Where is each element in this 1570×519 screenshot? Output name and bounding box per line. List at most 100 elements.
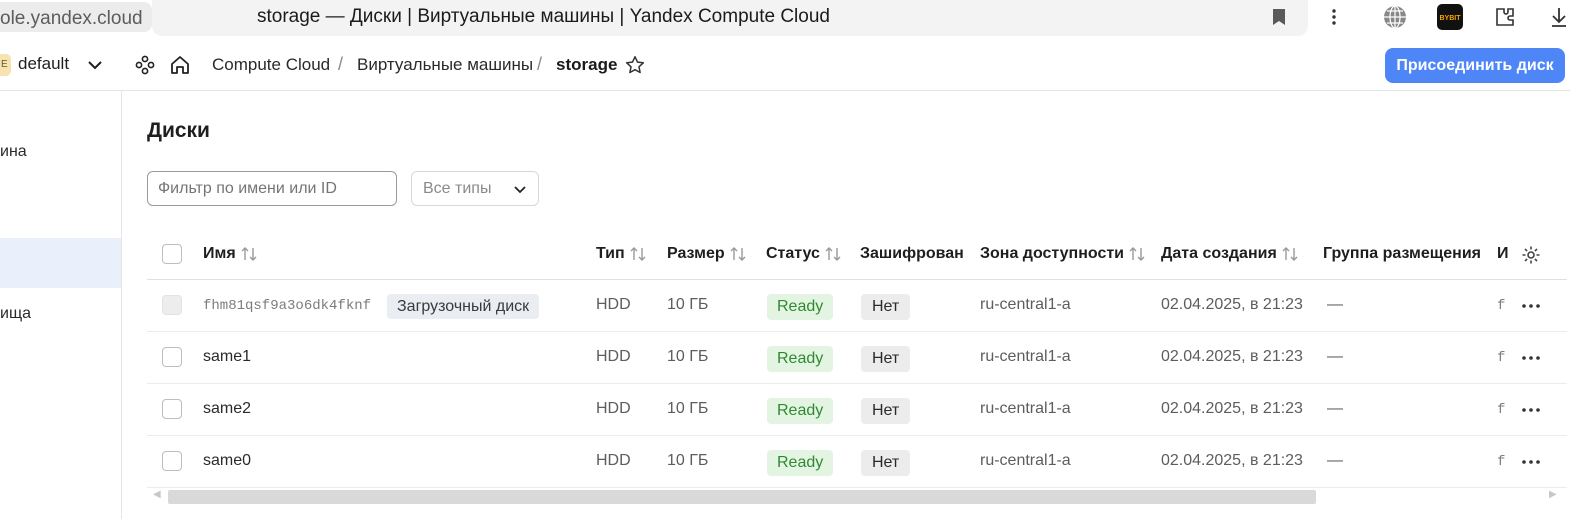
truncated-cell: f <box>1497 454 1506 470</box>
table-row[interactable]: same2 HDD 10 ГБ Ready Нет ru-central1-a … <box>147 384 1567 436</box>
table-row[interactable]: same0 HDD 10 ГБ Ready Нет ru-central1-a … <box>147 436 1567 488</box>
more-actions-icon[interactable] <box>1519 346 1543 370</box>
sidebar-item-vm[interactable]: ина <box>0 143 27 161</box>
folder-selector[interactable]: default <box>18 54 69 74</box>
encrypted-badge: Нет <box>861 346 911 372</box>
table-row[interactable]: fhm81qsf9a3o6dk4fknf Загрузочный диск HD… <box>147 280 1567 332</box>
search-input[interactable] <box>147 171 397 206</box>
browser-bar: ole.yandex.cloud storage — Диски | Вирту… <box>0 0 1570 40</box>
disk-name[interactable]: same1 <box>203 348 251 366</box>
disk-type: HDD <box>596 452 631 469</box>
disk-zone: ru-central1-a <box>980 400 1071 417</box>
scroll-right-icon[interactable]: ▶ <box>1549 489 1557 500</box>
row-checkbox[interactable] <box>162 347 182 367</box>
disk-name[interactable]: same0 <box>203 452 251 470</box>
disk-id[interactable]: fhm81qsf9a3o6dk4fknf <box>203 298 371 314</box>
column-truncated-label: И <box>1497 245 1509 262</box>
sidebar: ина ища <box>0 91 122 519</box>
encrypted-badge: Нет <box>861 450 911 476</box>
sort-icon[interactable] <box>1281 246 1299 262</box>
more-actions-icon[interactable] <box>1519 450 1543 474</box>
gear-icon[interactable] <box>1519 243 1543 267</box>
column-size-label: Размер <box>667 245 725 262</box>
column-status[interactable]: Статус <box>766 245 842 263</box>
address-bar[interactable]: ole.yandex.cloud <box>0 2 152 32</box>
page-title: Диски <box>147 119 210 142</box>
select-all-checkbox[interactable] <box>162 244 182 264</box>
sort-icon[interactable] <box>1128 246 1146 262</box>
sort-icon[interactable] <box>629 246 647 262</box>
breadcrumb-current: storage <box>556 55 618 74</box>
encrypted-badge: Нет <box>861 294 911 320</box>
breadcrumb-separator: / <box>537 54 543 74</box>
column-size[interactable]: Размер <box>667 245 747 263</box>
sidebar-item-storage[interactable]: ища <box>0 305 31 323</box>
column-status-label: Статус <box>766 245 820 262</box>
status-badge: Ready <box>767 450 834 476</box>
globe-icon[interactable] <box>1382 4 1408 30</box>
sort-icon[interactable] <box>824 246 842 262</box>
folder-avatar[interactable]: E <box>0 54 11 76</box>
truncated-cell: f <box>1497 402 1506 418</box>
disk-zone: ru-central1-a <box>980 296 1071 313</box>
column-type-label: Тип <box>596 245 625 262</box>
type-filter-select[interactable]: Все типы <box>411 171 539 206</box>
chevron-down-icon[interactable] <box>86 56 104 79</box>
column-name-label: Имя <box>203 245 236 262</box>
column-zone[interactable]: Зона доступности <box>980 245 1146 263</box>
column-zone-label: Зона доступности <box>980 245 1125 262</box>
disk-created: 02.04.2025, в 21:23 <box>1161 296 1303 313</box>
sort-icon[interactable] <box>240 246 258 262</box>
encrypted-badge: Нет <box>861 398 911 424</box>
table-header: Имя Тип Размер Статус Зашифрован Зона до… <box>147 229 1567 280</box>
more-actions-icon[interactable] <box>1519 398 1543 422</box>
app-header: E default Compute Cloud / Виртуальные ма… <box>0 40 1570 91</box>
status-badge: Ready <box>767 294 834 320</box>
row-checkbox[interactable] <box>162 451 182 471</box>
breadcrumb-compute-cloud[interactable]: Compute Cloud <box>212 55 330 75</box>
type-filter-value: Все типы <box>423 180 492 197</box>
disk-size: 10 ГБ <box>667 452 709 469</box>
bybit-extension-icon[interactable]: BYBIT <box>1437 4 1463 30</box>
row-checkbox[interactable] <box>162 399 182 419</box>
services-icon[interactable] <box>134 54 156 76</box>
disk-created: 02.04.2025, в 21:23 <box>1161 348 1303 365</box>
truncated-cell: f <box>1497 298 1506 314</box>
truncated-cell: f <box>1497 350 1506 366</box>
column-type[interactable]: Тип <box>596 245 647 263</box>
column-name[interactable]: Имя <box>203 245 258 263</box>
scroll-left-icon[interactable]: ◀ <box>153 489 161 500</box>
chevron-down-icon <box>512 181 528 202</box>
disk-type: HDD <box>596 400 631 417</box>
disk-created: 02.04.2025, в 21:23 <box>1161 400 1303 417</box>
bookmark-icon[interactable] <box>1269 4 1289 30</box>
placement-group: — <box>1327 452 1343 469</box>
svg-text:BYBIT: BYBIT <box>1440 15 1462 22</box>
disk-size: 10 ГБ <box>667 348 709 365</box>
sidebar-item-disks-active[interactable] <box>0 238 121 288</box>
kebab-menu-icon[interactable] <box>1324 4 1344 30</box>
table-row[interactable]: same1 HDD 10 ГБ Ready Нет ru-central1-a … <box>147 332 1567 384</box>
placement-group: — <box>1327 400 1343 417</box>
disk-created: 02.04.2025, в 21:23 <box>1161 452 1303 469</box>
address-url[interactable]: ole.yandex.cloud <box>0 8 143 30</box>
extensions-icon[interactable] <box>1492 4 1518 30</box>
column-encrypted: Зашифрован <box>860 245 964 263</box>
placement-group: — <box>1327 296 1343 313</box>
column-created[interactable]: Дата создания <box>1161 245 1299 263</box>
placement-group: — <box>1327 348 1343 365</box>
breadcrumb-virtual-machines[interactable]: Виртуальные машины <box>357 55 533 75</box>
disk-type: HDD <box>596 296 631 313</box>
horizontal-scrollbar[interactable]: ◀ ▶ <box>147 487 1567 505</box>
disk-name[interactable]: same2 <box>203 400 251 418</box>
star-icon[interactable] <box>624 54 646 76</box>
home-icon[interactable] <box>169 54 191 76</box>
download-icon[interactable] <box>1548 4 1570 30</box>
more-actions-icon[interactable] <box>1519 294 1543 318</box>
attach-disk-button[interactable]: Присоединить диск <box>1385 48 1565 83</box>
scrollbar-thumb[interactable] <box>168 490 1316 504</box>
status-badge: Ready <box>767 346 834 372</box>
sort-icon[interactable] <box>729 246 747 262</box>
disk-size: 10 ГБ <box>667 400 709 417</box>
disk-zone: ru-central1-a <box>980 452 1071 469</box>
